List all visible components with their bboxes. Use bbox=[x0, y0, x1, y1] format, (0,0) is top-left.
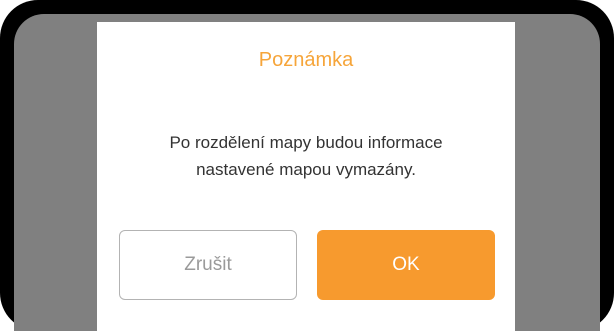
cancel-button[interactable]: Zrušit bbox=[119, 230, 297, 300]
dialog-title: Poznámka bbox=[258, 49, 354, 71]
dialog-message: Po rozdělení mapy budou informace nastav… bbox=[169, 133, 443, 179]
dimmed-screen-overlay: Poznámka Po rozdělení mapy budou informa… bbox=[14, 14, 600, 331]
device-frame: Poznámka Po rozdělení mapy budou informa… bbox=[0, 0, 614, 331]
confirmation-dialog: Poznámka Po rozdělení mapy budou informa… bbox=[97, 22, 515, 331]
ok-button[interactable]: OK bbox=[317, 230, 495, 300]
